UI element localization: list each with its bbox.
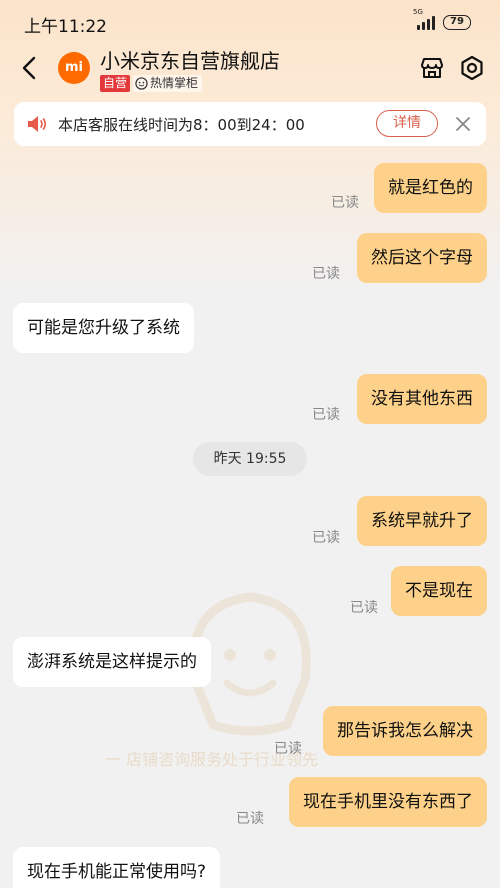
read-receipt: 已读 — [312, 530, 340, 546]
read-receipt: 已读 — [331, 195, 359, 211]
status-time: 上午11:22 — [24, 17, 107, 37]
outgoing-message[interactable]: 系统早就升了 — [357, 496, 487, 546]
battery-icon: 79 — [443, 15, 471, 30]
outgoing-message[interactable]: 就是红色的 — [374, 163, 487, 213]
chevron-left-icon — [22, 56, 36, 80]
read-receipt: 已读 — [312, 407, 340, 423]
status-bar: 上午11:22 5G 79 — [0, 0, 500, 44]
hexagon-gear-icon — [461, 55, 483, 81]
read-receipt: 已读 — [274, 741, 302, 757]
signal-icon — [415, 14, 437, 30]
back-button[interactable] — [16, 54, 44, 82]
timestamp-divider: 昨天 19:55 — [193, 442, 307, 476]
notice-text: 本店客服在线时间为8：00到24：00 — [58, 116, 305, 134]
store-button[interactable] — [418, 54, 446, 82]
incoming-message[interactable]: 澎湃系统是这样提示的 — [13, 637, 211, 687]
details-button[interactable]: 详情 — [376, 110, 438, 137]
battery-level: 79 — [450, 16, 464, 27]
hot-badge-label: 热情掌柜 — [150, 76, 199, 90]
service-hours-notice: 本店客服在线时间为8：00到24：00 详情 — [14, 102, 486, 146]
smile-face-icon — [135, 77, 148, 90]
store-logo[interactable]: mi — [58, 52, 90, 84]
speaker-icon — [28, 116, 47, 132]
outgoing-message[interactable]: 现在手机里没有东西了 — [289, 777, 487, 827]
read-receipt: 已读 — [236, 811, 264, 827]
incoming-message[interactable]: 可能是您升级了系统 — [13, 303, 194, 353]
outgoing-message[interactable]: 那告诉我怎么解决 — [323, 706, 487, 756]
store-logo-text: mi — [64, 60, 83, 75]
read-receipt: 已读 — [350, 600, 378, 616]
outgoing-message[interactable]: 不是现在 — [391, 566, 487, 616]
settings-button[interactable] — [458, 54, 486, 82]
outgoing-message[interactable]: 然后这个字母 — [357, 233, 487, 283]
close-icon[interactable] — [452, 113, 474, 135]
storefront-icon — [421, 58, 443, 78]
self-operated-badge: 自营 — [100, 75, 131, 92]
store-name[interactable]: 小米京东自营旗舰店 — [100, 45, 280, 74]
outgoing-message[interactable]: 没有其他东西 — [357, 374, 487, 424]
read-receipt: 已读 — [312, 266, 340, 282]
incoming-message[interactable]: 现在手机能正常使用吗? — [13, 847, 221, 888]
hot-shopkeeper-badge: 热情掌柜 — [133, 75, 203, 92]
